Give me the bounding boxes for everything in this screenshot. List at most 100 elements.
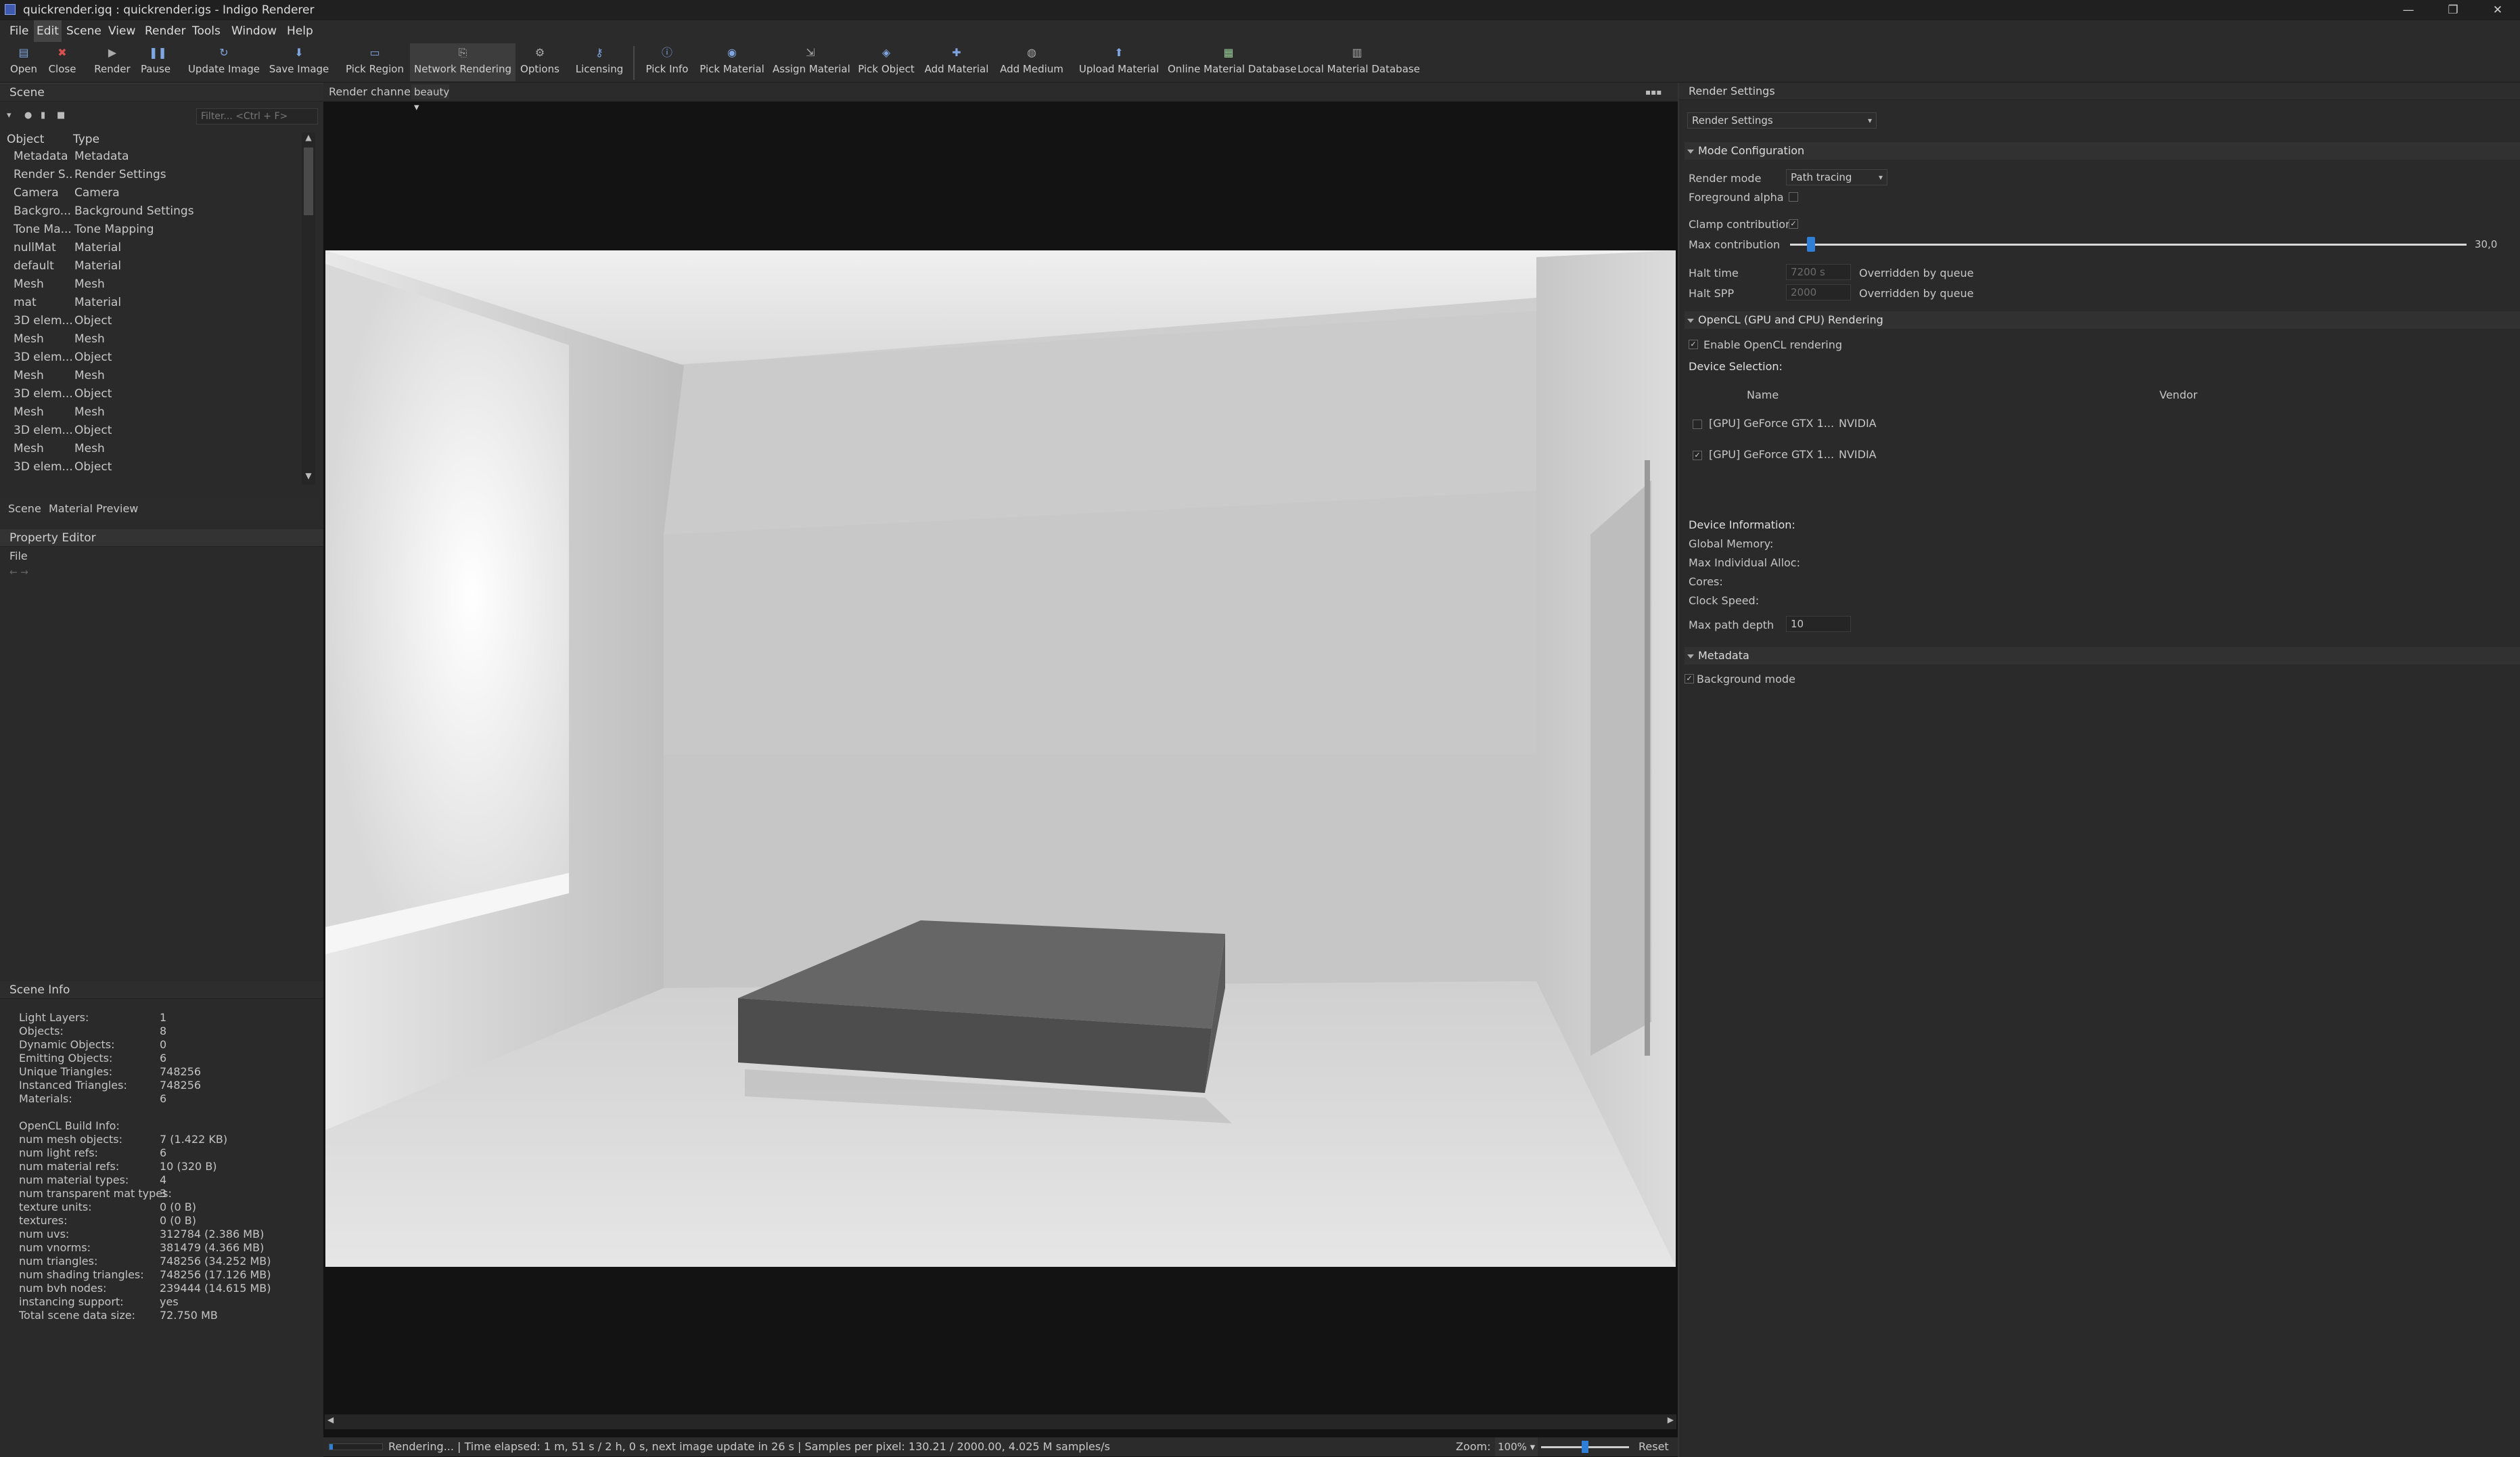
property-nav[interactable]: ← →	[9, 567, 28, 578]
close-button[interactable]: ✖ Close	[45, 43, 80, 81]
scene-row[interactable]: mat Material	[0, 294, 303, 312]
render-settings-selector[interactable]: Render Settings	[1687, 112, 1877, 129]
halt-time-input[interactable]: 7200 s	[1786, 264, 1851, 280]
scene-info-key: num bvh nodes:	[19, 1282, 107, 1295]
scene-row[interactable]: default Material	[0, 257, 303, 275]
scene-info-value: 10 (320 B)	[160, 1160, 217, 1173]
licensing-button[interactable]: ⚷ Licensing	[574, 43, 625, 81]
render-button[interactable]: ▶ Render	[92, 43, 133, 81]
column-type[interactable]: Type	[73, 133, 99, 146]
scene-row[interactable]: Mesh Mesh	[0, 367, 303, 385]
halt-spp-input[interactable]: 2000	[1786, 284, 1851, 300]
pick-material-button[interactable]: ◉ Pick Material	[700, 43, 764, 81]
update-image-button[interactable]: ↻ Update Image	[187, 43, 261, 81]
reset-zoom-button[interactable]: Reset	[1639, 1437, 1669, 1456]
metadata-section[interactable]: Metadata	[1685, 647, 2520, 665]
device-vendor-header[interactable]: Vendor	[2159, 388, 2197, 401]
scene-row[interactable]: 3D elem... Object	[0, 349, 303, 367]
assign-material-button[interactable]: ⇲ Assign Material	[773, 43, 850, 81]
max-contribution-slider[interactable]	[1790, 244, 2467, 246]
scroll-thumb[interactable]	[304, 148, 313, 215]
layout-icons[interactable]: ▪▪▪	[1645, 83, 1662, 102]
scene-row-type: Mesh	[74, 442, 105, 455]
menu-tools[interactable]: Tools	[189, 20, 223, 42]
background-mode-checkbox[interactable]: ✓	[1685, 674, 1694, 683]
minimize-button[interactable]: —	[2388, 0, 2429, 20]
property-file-menu[interactable]: File	[9, 550, 28, 562]
scroll-up-icon[interactable]: ▲	[304, 133, 313, 145]
tab-scene[interactable]: Scene	[8, 498, 41, 520]
opencl-section[interactable]: OpenCL (GPU and CPU) Rendering	[1685, 311, 2520, 329]
scene-row[interactable]: 3D elem... Object	[0, 422, 303, 440]
menu-scene[interactable]: Scene	[64, 20, 104, 42]
scene-row[interactable]: 3D elem... Object	[0, 458, 303, 476]
device-name: [GPU] GeForce GTX 1...	[1709, 417, 1835, 430]
pick-region-button[interactable]: ▭ Pick Region	[345, 43, 405, 81]
eye-icon[interactable]: ●	[24, 111, 34, 120]
mode-configuration-section[interactable]: Mode Configuration	[1685, 142, 2520, 160]
render-channel-select[interactable]: beauty ▾	[411, 85, 449, 113]
save-image-button[interactable]: ⬇ Save Image	[268, 43, 330, 81]
zoom-slider-thumb[interactable]	[1582, 1441, 1588, 1453]
render-mode-select[interactable]: Path tracing	[1786, 169, 1887, 185]
scene-row-type: Mesh	[74, 405, 105, 419]
menu-edit[interactable]: Edit	[34, 20, 62, 42]
menu-view[interactable]: View	[106, 20, 138, 42]
scene-row-object: 3D elem...	[14, 460, 73, 474]
column-object[interactable]: Object	[7, 133, 44, 146]
device-name-header[interactable]: Name	[1747, 388, 1779, 401]
options-button[interactable]: ⚙ Options	[518, 43, 562, 81]
add-medium-button[interactable]: ◍ Add Medium	[997, 43, 1066, 81]
scene-row[interactable]: Metadata Metadata	[0, 148, 303, 166]
menu-file[interactable]: File	[7, 20, 31, 42]
render-image[interactable]	[325, 250, 1676, 1267]
cube-icon[interactable]: ■	[57, 111, 66, 120]
scene-row[interactable]: Mesh Mesh	[0, 275, 303, 294]
filter-input[interactable]: Filter... <Ctrl + F>	[196, 108, 318, 125]
collapse-icon[interactable]: ▾	[7, 111, 16, 120]
menu-window[interactable]: Window	[229, 20, 279, 42]
enable-opencl-checkbox[interactable]: ✓	[1689, 340, 1698, 349]
scene-row[interactable]: Mesh Mesh	[0, 403, 303, 422]
local-material-database-button[interactable]: ▥ Local Material Database	[1298, 43, 1420, 81]
scene-row-object: Camera	[14, 186, 59, 200]
lock-icon[interactable]: ▮	[41, 111, 50, 120]
clamp-contributions-checkbox[interactable]: ✓	[1789, 219, 1798, 229]
device-checkbox[interactable]: ✓	[1693, 451, 1702, 460]
pick-object-button[interactable]: ◈ Pick Object	[856, 43, 916, 81]
close-window-button[interactable]: ✕	[2477, 0, 2518, 20]
zoom-select[interactable]: 100% ▾	[1495, 1437, 1538, 1456]
online-material-database-button[interactable]: ▦ Online Material Database	[1168, 43, 1296, 81]
add-material-button[interactable]: ✚ Add Material	[924, 43, 989, 81]
network-rendering-button[interactable]: ⎘ Network Rendering	[410, 43, 516, 81]
scene-row[interactable]: Render S... Render Settings	[0, 166, 303, 184]
scroll-right-icon[interactable]: ▶	[1668, 1415, 1674, 1425]
property-editor-title: Property Editor	[0, 529, 323, 547]
scene-row[interactable]: Tone Ma... Tone Mapping	[0, 221, 303, 239]
scroll-left-icon[interactable]: ◀	[327, 1415, 334, 1425]
viewport-hscrollbar[interactable]: ◀ ▶	[325, 1414, 1676, 1429]
tab-material-preview[interactable]: Material Preview	[49, 498, 138, 520]
device-checkbox[interactable]	[1693, 420, 1702, 429]
pick-info-button[interactable]: ⓘ Pick Info	[643, 43, 691, 81]
scene-row[interactable]: Mesh Mesh	[0, 330, 303, 349]
scene-row[interactable]: Mesh Mesh	[0, 440, 303, 458]
max-contribution-thumb[interactable]	[1807, 237, 1815, 252]
scene-row[interactable]: Camera Camera	[0, 184, 303, 202]
scene-row[interactable]: 3D elem... Object	[0, 312, 303, 330]
max-path-depth-input[interactable]: 10	[1786, 616, 1851, 632]
scene-row-object: Mesh	[14, 442, 44, 455]
scene-row[interactable]: Backgro... Background Settings	[0, 202, 303, 221]
upload-material-button[interactable]: ⬆ Upload Material	[1078, 43, 1160, 81]
open-button[interactable]: ▤ Open	[7, 43, 41, 81]
scene-row[interactable]: nullMat Material	[0, 239, 303, 257]
menu-render[interactable]: Render	[142, 20, 189, 42]
menu-help[interactable]: Help	[284, 20, 316, 42]
restore-button[interactable]: ❐	[2433, 0, 2473, 20]
foreground-alpha-checkbox[interactable]	[1789, 192, 1798, 202]
scroll-down-icon[interactable]: ▼	[304, 471, 313, 483]
pause-button[interactable]: ❚❚ Pause	[138, 43, 173, 81]
scene-scrollbar[interactable]: ▲ ▼	[302, 133, 315, 485]
max-contribution-value[interactable]: 30,0	[2475, 238, 2497, 250]
scene-row[interactable]: 3D elem... Object	[0, 385, 303, 403]
